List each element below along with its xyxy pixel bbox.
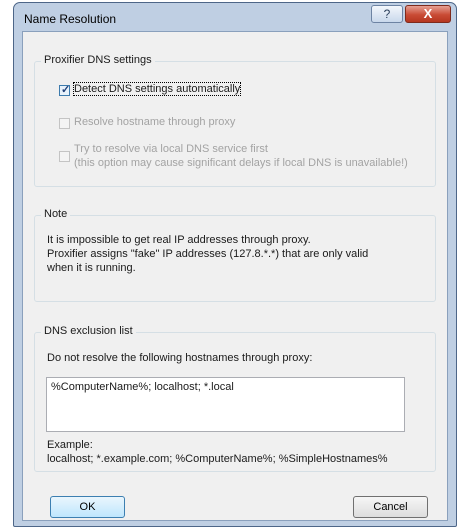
checkmark-icon: ✓ — [61, 84, 71, 96]
resolve-through-proxy-label[interactable]: Resolve hostname through proxy — [74, 116, 235, 128]
example-text: localhost; *.example.com; %ComputerName%… — [47, 453, 388, 465]
dns-settings-group: Proxifier DNS settings ✓ Detect DNS sett… — [34, 54, 436, 187]
exclusion-instruction: Do not resolve the following hostnames t… — [47, 352, 313, 364]
help-button[interactable]: ? — [371, 5, 403, 23]
ok-button[interactable]: OK — [50, 496, 125, 518]
note-line-2: Proxifier assigns "fake" IP addresses (1… — [47, 248, 369, 260]
resolve-through-proxy-check-box[interactable] — [59, 118, 70, 129]
exclusion-list-textarea[interactable]: %ComputerName%; localhost; *.local — [46, 377, 405, 432]
detect-dns-label[interactable]: Detect DNS settings automatically — [72, 82, 242, 96]
note-group: Note It is impossible to get real IP add… — [34, 208, 436, 302]
example-label: Example: — [47, 439, 93, 451]
window-title: Name Resolution — [24, 12, 117, 26]
detect-dns-check-box[interactable]: ✓ — [59, 84, 71, 96]
close-button[interactable]: X — [405, 5, 451, 23]
local-dns-first-check-box[interactable] — [59, 151, 70, 162]
local-dns-first-label-line2[interactable]: (this option may cause significant delay… — [74, 157, 408, 169]
help-icon: ? — [383, 7, 391, 21]
cancel-button[interactable]: Cancel — [353, 496, 428, 518]
dialog-client-area: Proxifier DNS settings ✓ Detect DNS sett… — [22, 31, 448, 521]
close-icon: X — [423, 6, 433, 21]
dns-settings-legend: Proxifier DNS settings — [41, 54, 155, 66]
note-line-1: It is impossible to get real IP addresse… — [47, 234, 311, 246]
name-resolution-dialog: Name Resolution ? X Proxifier DNS settin… — [13, 2, 457, 527]
local-dns-first-label-line1[interactable]: Try to resolve via local DNS service fir… — [74, 143, 268, 155]
note-legend: Note — [41, 208, 71, 220]
note-line-3: when it is running. — [47, 262, 136, 274]
dns-exclusion-legend: DNS exclusion list — [41, 325, 136, 337]
